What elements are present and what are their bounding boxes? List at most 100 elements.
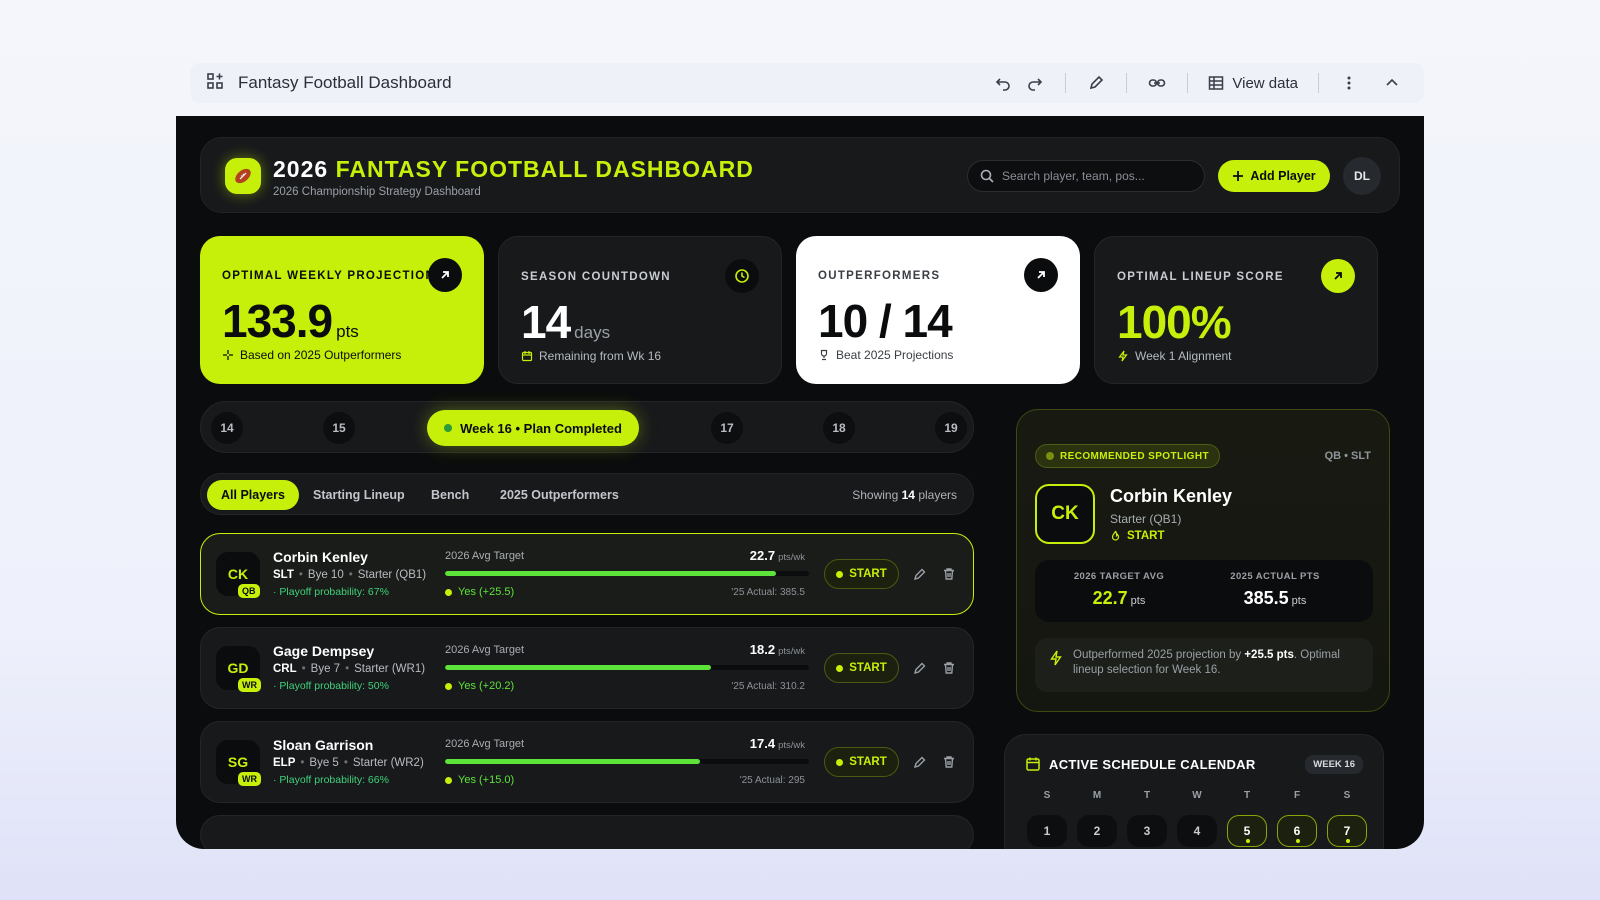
calendar-day[interactable]: 2	[1077, 815, 1117, 847]
calendar-title: ACTIVE SCHEDULE CALENDAR	[1049, 757, 1256, 772]
calendar-day-game[interactable]: 5	[1227, 815, 1267, 847]
spotlight-stat-target: 2026 TARGET AVG 22.7 pts	[1049, 571, 1189, 609]
plus-icon	[1233, 171, 1244, 181]
add-player-button[interactable]: Add Player	[1218, 160, 1330, 192]
calendar-day[interactable]: 3	[1127, 815, 1167, 847]
more-icon[interactable]	[1334, 68, 1364, 98]
start-label: START	[849, 756, 887, 768]
redo-icon[interactable]	[1020, 68, 1050, 98]
start-button[interactable]: START	[824, 653, 899, 683]
collapse-icon[interactable]	[1377, 68, 1407, 98]
day-number: 4	[1193, 824, 1201, 838]
week-button-19[interactable]: 19	[935, 412, 967, 444]
playoff-probability: · Playoff probability: 50%	[273, 680, 389, 692]
target-value: 22.7 pts/wk	[750, 548, 805, 563]
stat-label: OUTPERFORMERS	[818, 270, 941, 282]
actual-points: '25 Actual: 385.5	[731, 587, 805, 598]
target-label: 2026 Avg Target	[445, 738, 525, 750]
stat-value: 14 days	[521, 295, 610, 349]
calendar-day-game[interactable]: 6	[1277, 815, 1317, 847]
spotlight-name: Corbin Kenley	[1110, 486, 1233, 506]
trash-icon[interactable]	[939, 658, 959, 678]
player-name: Gage Dempsey	[273, 643, 375, 659]
stat-number: 385.5	[1243, 588, 1289, 608]
weekday-label: F	[1293, 790, 1301, 801]
position-badge: WR	[238, 678, 261, 692]
edit-icon[interactable]	[910, 564, 930, 584]
active-schedule-calendar: ACTIVE SCHEDULE CALENDAR WEEK 16 S M T W…	[1004, 734, 1384, 849]
week-button-15[interactable]: 15	[323, 412, 355, 444]
page-title-year: 2026	[273, 156, 329, 182]
active-week-label: Week 16 • Plan Completed	[460, 420, 622, 436]
outperform-text: Yes (+25.5)	[458, 586, 515, 598]
dashboard-header: 2026 FANTASY FOOTBALL DASHBOARD 2026 Cha…	[200, 137, 1400, 213]
player-row[interactable]: GD WR Gage Dempsey CRL • Bye 7 • Starter (WR…	[200, 627, 974, 709]
tab-bench[interactable]: Bench	[417, 480, 483, 510]
calendar-day[interactable]: 1	[1027, 815, 1067, 847]
weekday-label: M	[1092, 790, 1102, 801]
target-progress-bar	[445, 759, 809, 764]
target-unit: pts/wk	[778, 740, 805, 751]
link-icon[interactable]	[1142, 68, 1172, 98]
edit-icon[interactable]	[910, 658, 930, 678]
arrow-up-right-icon[interactable]	[1024, 258, 1058, 292]
day-number: 3	[1143, 824, 1151, 838]
tab-starting-lineup[interactable]: Starting Lineup	[299, 480, 419, 510]
tab-all-players[interactable]: All Players	[207, 480, 299, 510]
player-row[interactable]	[200, 815, 974, 849]
stat-footnote: Remaining from Wk 16	[521, 349, 661, 363]
start-button[interactable]: START	[824, 559, 899, 589]
clock-icon[interactable]	[725, 259, 759, 293]
player-bye: Bye 10	[307, 569, 344, 581]
player-row[interactable]: CK QB Corbin Kenley SLT • Bye 10 • Starter (…	[200, 533, 974, 615]
calendar-day-game[interactable]: 7	[1327, 815, 1367, 847]
status-dot	[445, 682, 452, 690]
player-row[interactable]: SG WR Sloan Garrison ELP • Bye 5 • Starter (…	[200, 721, 974, 803]
showing-suffix: players	[918, 488, 957, 502]
stat-number: 100%	[1117, 296, 1232, 348]
spotlight-stats: 2026 TARGET AVG 22.7 pts 2025 ACTUAL PTS …	[1035, 560, 1373, 622]
stat-unit: days	[574, 323, 611, 342]
player-meta: CRL • Bye 7 • Starter (WR1)	[273, 663, 426, 675]
showing-count: Showing 14 players	[852, 488, 957, 502]
recommended-spotlight-card: RECOMMENDED SPOTLIGHT QB • SLT CK Corbin…	[1016, 409, 1390, 712]
arrow-up-right-icon[interactable]	[1321, 259, 1355, 293]
stat-card-season-countdown: SEASON COUNTDOWN 14 days Remaining from W…	[498, 236, 782, 384]
target-label: 2026 Avg Target	[445, 550, 525, 562]
target-number: 17.4	[749, 736, 776, 751]
outperform-text: Yes (+20.2)	[458, 680, 515, 692]
view-data-button[interactable]: View data	[1202, 75, 1304, 92]
position-badge: QB	[238, 584, 260, 598]
target-label: 2026 Avg Target	[445, 644, 525, 656]
avatar[interactable]: DL	[1343, 157, 1381, 195]
edit-icon[interactable]	[1081, 68, 1111, 98]
toolbar-title: Fantasy Football Dashboard	[238, 73, 452, 92]
search-box[interactable]	[967, 160, 1205, 192]
status-dot	[836, 664, 844, 672]
stat-value: 10 / 14	[818, 294, 953, 348]
tab-2025-outperformers[interactable]: 2025 Outperformers	[486, 480, 633, 510]
start-button[interactable]: START	[824, 747, 899, 777]
week-button-active[interactable]: Week 16 • Plan Completed	[427, 410, 639, 446]
week-button-14[interactable]: 14	[211, 412, 243, 444]
football-logo-icon	[225, 158, 261, 194]
stat-label: OPTIMAL LINEUP SCORE	[1117, 271, 1284, 283]
week-button-17[interactable]: 17	[711, 412, 743, 444]
day-number: 7	[1343, 824, 1351, 838]
calendar-day[interactable]: 4	[1177, 815, 1217, 847]
undo-icon[interactable]	[988, 68, 1018, 98]
arrow-up-right-icon[interactable]	[428, 258, 462, 292]
trash-icon[interactable]	[939, 752, 959, 772]
outperform-status: Yes (+25.5)	[445, 586, 514, 598]
edit-icon[interactable]	[910, 752, 930, 772]
playoff-probability: · Playoff probability: 66%	[273, 774, 389, 786]
status-dot	[1046, 452, 1054, 460]
target-progress-fill	[445, 759, 700, 764]
week-button-18[interactable]: 18	[823, 412, 855, 444]
player-meta: ELP • Bye 5 • Starter (WR2)	[273, 757, 424, 769]
status-dot	[445, 776, 452, 784]
dashboard-icon[interactable]	[206, 72, 224, 95]
search-input[interactable]	[1002, 169, 1192, 183]
trash-icon[interactable]	[939, 564, 959, 584]
calendar-week-badge: WEEK 16	[1305, 755, 1363, 774]
